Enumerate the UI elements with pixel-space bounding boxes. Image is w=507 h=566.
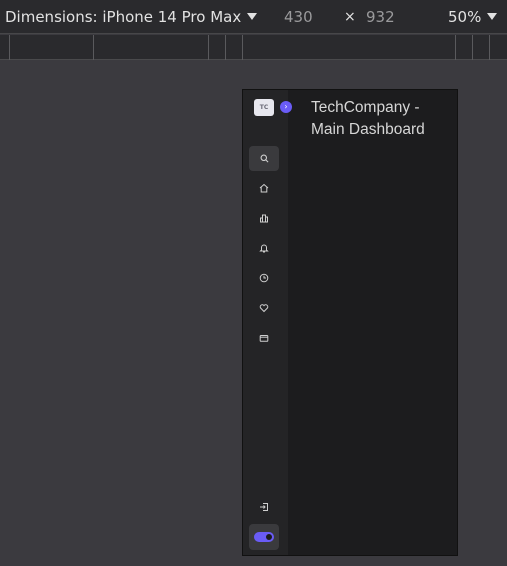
company-logo: TC [254, 99, 274, 116]
ruler-tick [208, 35, 209, 60]
home-icon [259, 183, 269, 193]
width-input[interactable]: 430 [284, 8, 313, 26]
ruler-tick [472, 35, 473, 60]
device-toolbar: Dimensions: iPhone 14 Pro Max 430 × 932 … [0, 0, 507, 34]
search-icon [260, 154, 268, 163]
toggle-switch [254, 532, 274, 542]
ruler-tick [455, 35, 456, 60]
wallet-icon [259, 335, 269, 342]
media-query-ruler[interactable] [0, 35, 507, 60]
bell-icon [259, 244, 269, 253]
nav-history[interactable] [255, 269, 273, 287]
chevron-down-icon [247, 13, 258, 20]
ruler-tick [242, 35, 243, 60]
zoom-select-label: 50% [448, 8, 482, 26]
nav-favorites[interactable] [255, 299, 273, 317]
logout-button[interactable] [255, 498, 273, 516]
device-select[interactable]: Dimensions: iPhone 14 Pro Max [5, 8, 258, 26]
nav-notifications[interactable] [255, 239, 273, 257]
height-input[interactable]: 932 [366, 8, 395, 26]
ruler-tick [489, 35, 490, 60]
logout-icon [260, 503, 268, 511]
sidebar: TC [243, 90, 288, 555]
device-select-label: Dimensions: iPhone 14 Pro Max [5, 8, 242, 26]
theme-toggle[interactable] [249, 524, 279, 550]
device-viewport: TC › TechCompany - Main Dashboard [242, 89, 458, 556]
expand-sidebar-button[interactable]: › [280, 101, 292, 113]
ruler-tick [9, 35, 10, 60]
search-button[interactable] [249, 146, 279, 171]
ruler-tick [93, 35, 94, 60]
ruler-tick [225, 35, 226, 60]
bar-chart-icon [260, 214, 268, 223]
heart-icon [259, 304, 269, 313]
clock-icon [259, 273, 269, 283]
page-title: TechCompany - Main Dashboard [311, 99, 425, 138]
nav-wallet[interactable] [255, 329, 273, 347]
dimension-separator: × [344, 9, 356, 25]
nav-analytics[interactable] [255, 209, 273, 227]
zoom-select[interactable]: 50% [448, 8, 498, 26]
nav-home[interactable] [255, 179, 273, 197]
chevron-down-icon [487, 13, 498, 20]
